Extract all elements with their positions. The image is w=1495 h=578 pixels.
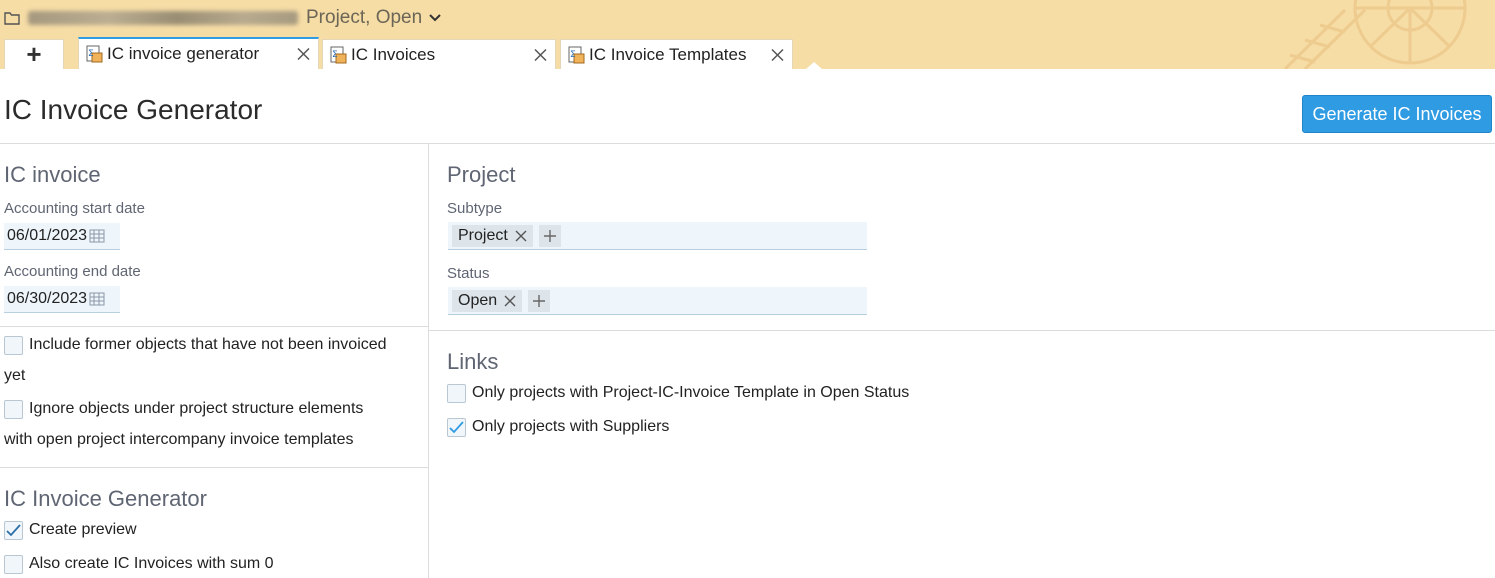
sum-zero-checkbox[interactable] bbox=[4, 555, 23, 574]
subtype-tag: Project bbox=[452, 224, 533, 247]
accounting-end-label: Accounting end date bbox=[4, 263, 141, 280]
suppliers-checkbox[interactable] bbox=[447, 418, 466, 437]
date-value: 06/01/2023 bbox=[7, 227, 88, 244]
option-label-continued: yet bbox=[4, 367, 26, 384]
tab-ic-invoice-generator[interactable]: Σ IC invoice generator bbox=[78, 37, 319, 69]
option-label: Only projects with Suppliers bbox=[472, 418, 670, 435]
section-divider bbox=[0, 326, 428, 327]
svg-text:Σ: Σ bbox=[88, 49, 94, 59]
option-label: Only projects with Project-IC-Invoice Te… bbox=[472, 384, 910, 401]
option-label: Create preview bbox=[29, 521, 137, 538]
accounting-end-date-field[interactable]: 06/30/2023 bbox=[4, 286, 120, 313]
section-divider bbox=[0, 467, 428, 468]
template-open-option[interactable]: Only projects with Project-IC-Invoice Te… bbox=[447, 384, 909, 403]
add-tab-button[interactable]: + bbox=[4, 39, 64, 69]
plus-icon bbox=[533, 294, 546, 307]
plus-icon bbox=[543, 229, 556, 242]
check-icon bbox=[6, 524, 21, 537]
accounting-start-date-field[interactable]: 06/01/2023 bbox=[4, 223, 120, 250]
ferris-wheel-decoration bbox=[1283, 0, 1467, 69]
status-tag-field[interactable]: Open bbox=[448, 287, 867, 315]
page-title: IC Invoice Generator bbox=[4, 94, 263, 125]
option-label: Ignore objects under project structure e… bbox=[29, 400, 364, 417]
include-former-option[interactable]: Include former objects that have not bee… bbox=[4, 336, 387, 355]
ignore-objects-option[interactable]: Ignore objects under project structure e… bbox=[4, 400, 363, 419]
suppliers-option[interactable]: Only projects with Suppliers bbox=[447, 418, 669, 437]
tab-overflow-caret bbox=[806, 62, 822, 69]
option-label: Include former objects that have not bee… bbox=[29, 336, 387, 353]
section-title-ic-invoice: IC invoice bbox=[4, 162, 101, 187]
section-title-ic-invoice-generator: IC Invoice Generator bbox=[4, 486, 207, 511]
breadcrumb[interactable]: Project, Open bbox=[4, 6, 442, 30]
close-icon[interactable] bbox=[771, 48, 784, 61]
header-divider bbox=[0, 143, 1495, 144]
sum-zero-option[interactable]: Also create IC Invoices with sum 0 bbox=[4, 555, 274, 574]
context-text: Project, Open bbox=[306, 7, 423, 28]
check-icon bbox=[449, 421, 464, 434]
top-header: Project, Open + Σ IC invoice generator Σ… bbox=[0, 0, 1495, 69]
create-preview-checkbox[interactable] bbox=[4, 521, 23, 540]
tag-label: Project bbox=[458, 226, 508, 244]
svg-text:Σ: Σ bbox=[332, 50, 338, 60]
section-divider bbox=[429, 330, 1495, 331]
template-open-checkbox[interactable] bbox=[447, 384, 466, 403]
add-status-button[interactable] bbox=[528, 289, 551, 312]
tab-label: IC Invoices bbox=[351, 44, 436, 64]
option-label: Also create IC Invoices with sum 0 bbox=[29, 555, 274, 572]
include-former-checkbox[interactable] bbox=[4, 336, 23, 355]
close-icon[interactable] bbox=[297, 47, 310, 61]
column-divider bbox=[428, 144, 429, 578]
close-icon[interactable] bbox=[504, 295, 516, 307]
add-subtype-button[interactable] bbox=[538, 224, 561, 247]
ignore-objects-checkbox[interactable] bbox=[4, 400, 23, 419]
chevron-down-icon[interactable] bbox=[428, 11, 442, 25]
generate-ic-invoices-button[interactable]: Generate IC Invoices bbox=[1302, 95, 1492, 133]
folder-icon bbox=[4, 10, 20, 26]
tag-label: Open bbox=[458, 291, 498, 309]
tab-label: IC invoice generator bbox=[107, 44, 260, 63]
subtype-label: Subtype bbox=[447, 200, 503, 217]
redacted-context-name bbox=[28, 11, 298, 25]
accounting-start-label: Accounting start date bbox=[4, 200, 145, 217]
tab-ic-invoice-templates[interactable]: Σ IC Invoice Templates bbox=[560, 39, 793, 69]
close-icon[interactable] bbox=[534, 48, 547, 61]
option-label-continued: with open project intercompany invoice t… bbox=[4, 431, 354, 448]
svg-text:Σ: Σ bbox=[570, 50, 576, 60]
subtype-tag-field[interactable]: Project bbox=[448, 222, 867, 250]
ic-invoice-icon: Σ bbox=[567, 46, 585, 64]
ic-invoice-icon: Σ bbox=[329, 46, 347, 64]
calendar-icon[interactable] bbox=[89, 292, 105, 306]
tab-label: IC Invoice Templates bbox=[589, 44, 747, 64]
close-icon[interactable] bbox=[515, 230, 527, 242]
calendar-icon[interactable] bbox=[89, 229, 105, 243]
section-title-links: Links bbox=[447, 349, 499, 374]
create-preview-option[interactable]: Create preview bbox=[4, 521, 137, 540]
section-title-project: Project bbox=[447, 162, 516, 187]
date-value: 06/30/2023 bbox=[7, 290, 88, 307]
ic-invoice-icon: Σ bbox=[85, 45, 103, 63]
tab-ic-invoices[interactable]: Σ IC Invoices bbox=[322, 39, 556, 69]
status-tag: Open bbox=[452, 289, 523, 312]
status-label: Status bbox=[447, 265, 490, 282]
